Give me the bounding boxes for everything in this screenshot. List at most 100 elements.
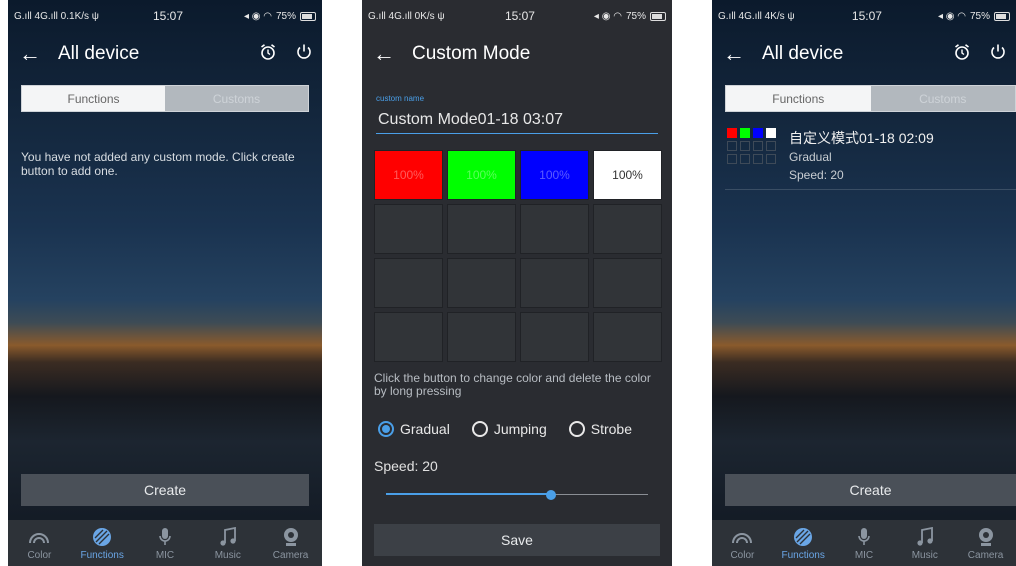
- swatch-empty: [727, 141, 737, 151]
- color-cell-blue[interactable]: 100%: [520, 150, 589, 200]
- nav-label: Functions: [80, 549, 124, 561]
- swatch-empty: [766, 154, 776, 164]
- nav-label: Camera: [967, 549, 1004, 561]
- webcam-icon: [280, 526, 302, 548]
- radio-label: Gradual: [400, 421, 450, 437]
- color-cell-empty[interactable]: [447, 258, 516, 308]
- nav-item-music[interactable]: Music: [894, 520, 955, 566]
- nav-label: Music: [214, 549, 241, 561]
- color-cell-empty[interactable]: [520, 204, 589, 254]
- color-cell-empty[interactable]: [374, 258, 443, 308]
- nav-label: Functions: [781, 549, 825, 561]
- color-cell-empty[interactable]: [593, 312, 662, 362]
- music-note-icon: [217, 526, 239, 548]
- back-arrow-icon[interactable]: ←: [362, 41, 406, 67]
- phone-screen-all-device-customs: G.ıll 4G.ıll 4K/s ψ 15:07 ◂ ◉ ◠ 75% ← Al…: [712, 0, 1016, 566]
- save-button[interactable]: Save: [374, 524, 660, 556]
- microphone-icon: [154, 526, 176, 548]
- nav-label: Camera: [272, 549, 309, 561]
- color-cell-empty[interactable]: [374, 204, 443, 254]
- app-bar: ← Custom Mode: [362, 36, 672, 72]
- swatch-empty: [740, 141, 750, 151]
- nav-item-functions[interactable]: Functions: [71, 520, 134, 566]
- mode-radio-group: Gradual Jumping Strobe: [378, 418, 664, 440]
- radio-label: Strobe: [590, 421, 632, 437]
- tab-customs[interactable]: Customs: [165, 86, 308, 111]
- app-bar: ← All device: [712, 36, 1016, 72]
- app-bar: ← All device: [8, 36, 322, 72]
- custom-name-label: custom name: [376, 94, 425, 103]
- tab-customs[interactable]: Customs: [870, 86, 1015, 111]
- alarm-clock-icon[interactable]: [944, 43, 980, 66]
- battery-percent: 75%: [275, 10, 296, 22]
- nav-item-mic[interactable]: MIC: [834, 520, 895, 566]
- swatch-empty: [753, 141, 763, 151]
- color-cell-empty[interactable]: [447, 204, 516, 254]
- radio-unselected-icon: [471, 421, 488, 437]
- color-cell-empty[interactable]: [593, 258, 662, 308]
- radio-jumping[interactable]: Jumping: [471, 421, 547, 437]
- color-swatch-grid: [727, 128, 776, 164]
- slider-thumb[interactable]: [546, 490, 557, 500]
- swatch-blue: [753, 128, 763, 138]
- radio-selected-icon: [378, 421, 394, 437]
- speed-slider[interactable]: [386, 488, 648, 502]
- segmented-tabs: Functions Customs: [21, 85, 309, 112]
- bottom-nav: Color Functions MIC Music Camera: [712, 520, 1016, 566]
- battery-percent: 75%: [969, 10, 990, 22]
- custom-mode-type: Gradual: [789, 150, 832, 164]
- radio-strobe[interactable]: Strobe: [568, 421, 632, 437]
- signal-info: G.ıll 4G.ıll 0K/s ψ: [368, 10, 445, 22]
- tab-functions[interactable]: Functions: [726, 86, 871, 111]
- color-cell-white[interactable]: 100%: [593, 150, 662, 200]
- nav-item-camera[interactable]: Camera: [259, 520, 322, 566]
- status-icons: ◂ ◉ ◠: [937, 10, 966, 22]
- color-cell-empty[interactable]: [520, 258, 589, 308]
- microphone-icon: [853, 526, 875, 548]
- status-bar: G.ıll 4G.ıll 4K/s ψ 15:07 ◂ ◉ ◠ 75%: [712, 0, 1016, 32]
- striped-circle-icon: [792, 526, 814, 548]
- custom-mode-name: 自定义模式01-18 02:09: [789, 130, 934, 146]
- nav-item-mic[interactable]: MIC: [134, 520, 197, 566]
- color-cell-empty[interactable]: [447, 312, 516, 362]
- striped-circle-icon: [91, 526, 113, 548]
- nav-item-color[interactable]: Color: [8, 520, 71, 566]
- swatch-red: [727, 128, 737, 138]
- empty-state-message: You have not added any custom mode. Clic…: [21, 150, 295, 178]
- nav-item-functions[interactable]: Functions: [773, 520, 834, 566]
- nav-item-camera[interactable]: Camera: [955, 520, 1016, 566]
- color-cell-green[interactable]: 100%: [447, 150, 516, 200]
- back-arrow-icon[interactable]: ←: [712, 41, 756, 67]
- segmented-tabs: Functions Customs: [725, 85, 1016, 112]
- custom-mode-speed: Speed: 20: [789, 168, 844, 182]
- custom-name-input[interactable]: Custom Mode01-18 03:07: [376, 106, 658, 134]
- status-bar: G.ıll 4G.ıll 0.1K/s ψ 15:07 ◂ ◉ ◠ 75%: [8, 0, 322, 32]
- color-cell-empty[interactable]: [520, 312, 589, 362]
- tab-functions[interactable]: Functions: [22, 86, 165, 111]
- alarm-clock-icon[interactable]: [250, 43, 286, 66]
- radio-gradual[interactable]: Gradual: [378, 421, 450, 437]
- rainbow-icon: [731, 526, 753, 548]
- color-cell-red[interactable]: 100%: [374, 150, 443, 200]
- webcam-icon: [975, 526, 997, 548]
- nav-label: Music: [911, 549, 938, 561]
- color-cell-empty[interactable]: [593, 204, 662, 254]
- create-button[interactable]: Create: [725, 474, 1016, 506]
- back-arrow-icon[interactable]: ←: [8, 41, 52, 67]
- clock: 15:07: [153, 9, 184, 23]
- battery-icon: [649, 11, 666, 21]
- create-button[interactable]: Create: [21, 474, 309, 506]
- swatch-empty: [753, 154, 763, 164]
- nav-label: MIC: [155, 549, 175, 561]
- nav-item-color[interactable]: Color: [712, 520, 773, 566]
- nav-item-music[interactable]: Music: [196, 520, 259, 566]
- power-icon[interactable]: [980, 43, 1016, 66]
- phone-screen-all-device-empty: G.ıll 4G.ıll 0.1K/s ψ 15:07 ◂ ◉ ◠ 75% ← …: [8, 0, 322, 566]
- page-title: All device: [762, 43, 844, 64]
- color-cell-empty[interactable]: [374, 312, 443, 362]
- speed-label: Speed: 20: [374, 458, 438, 474]
- power-icon[interactable]: [286, 43, 322, 66]
- custom-mode-list-item[interactable]: 自定义模式01-18 02:09 Gradual Speed: 20: [725, 126, 1016, 190]
- slider-fill: [386, 493, 552, 495]
- page-title: Custom Mode: [412, 43, 531, 64]
